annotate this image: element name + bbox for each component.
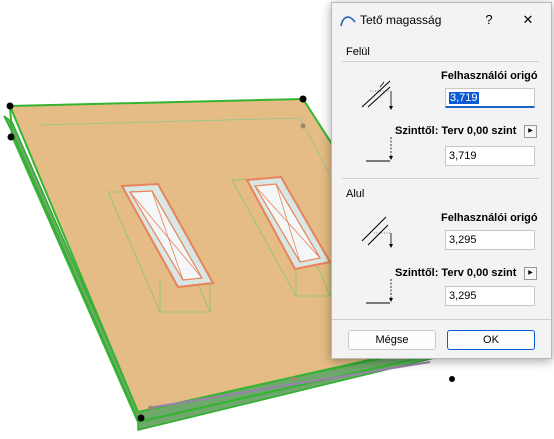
roof-node[interactable] [300,123,306,129]
top-reference-arrow-button[interactable]: ▶ [524,125,537,138]
dialog-titlebar[interactable]: Tető magasság ? ✕ [332,3,551,37]
top-origin-label: Felhasználói origó [441,70,538,82]
bottom-section-label: Alul [346,188,365,200]
bottom-origin-input[interactable]: 3,295 [445,230,535,250]
bottom-reference-input[interactable]: 3,295 [445,286,535,306]
section-divider [342,61,539,62]
roof-node[interactable] [6,102,14,110]
roof-height-dialog: Tető magasság ? ✕ Felül Felhasználói ori… [331,2,552,359]
bottom-height-icon [361,216,393,248]
dialog-title: Tető magasság [360,13,442,27]
top-origin-input[interactable]: 3,719 [445,88,535,108]
roof-node[interactable] [299,95,307,103]
bottom-origin-label: Felhasználói origó [441,212,538,224]
roof-node[interactable] [7,133,15,141]
roof-node[interactable] [291,376,297,382]
roof-node[interactable] [137,414,145,422]
top-height-icon [361,80,393,110]
ok-button[interactable]: OK [447,330,535,350]
section-divider [342,178,539,179]
top-reference-label: Szinttől: Terv 0,00 szint [395,125,517,137]
roof-height-icon [340,16,356,27]
footer-divider [332,319,551,320]
bottom-reference-arrow-button[interactable]: ▶ [524,267,537,280]
top-level-icon [366,137,393,162]
top-reference-input[interactable]: 3,719 [445,146,535,166]
close-button[interactable]: ✕ [514,7,542,31]
bottom-reference-label: Szinttől: Terv 0,00 szint [395,267,517,279]
top-section-label: Felül [346,46,370,58]
help-button[interactable]: ? [477,7,501,31]
roof-node[interactable] [449,376,455,382]
bottom-level-icon [366,279,393,304]
cancel-button[interactable]: Mégse [348,330,436,350]
roof-node[interactable] [148,405,154,411]
